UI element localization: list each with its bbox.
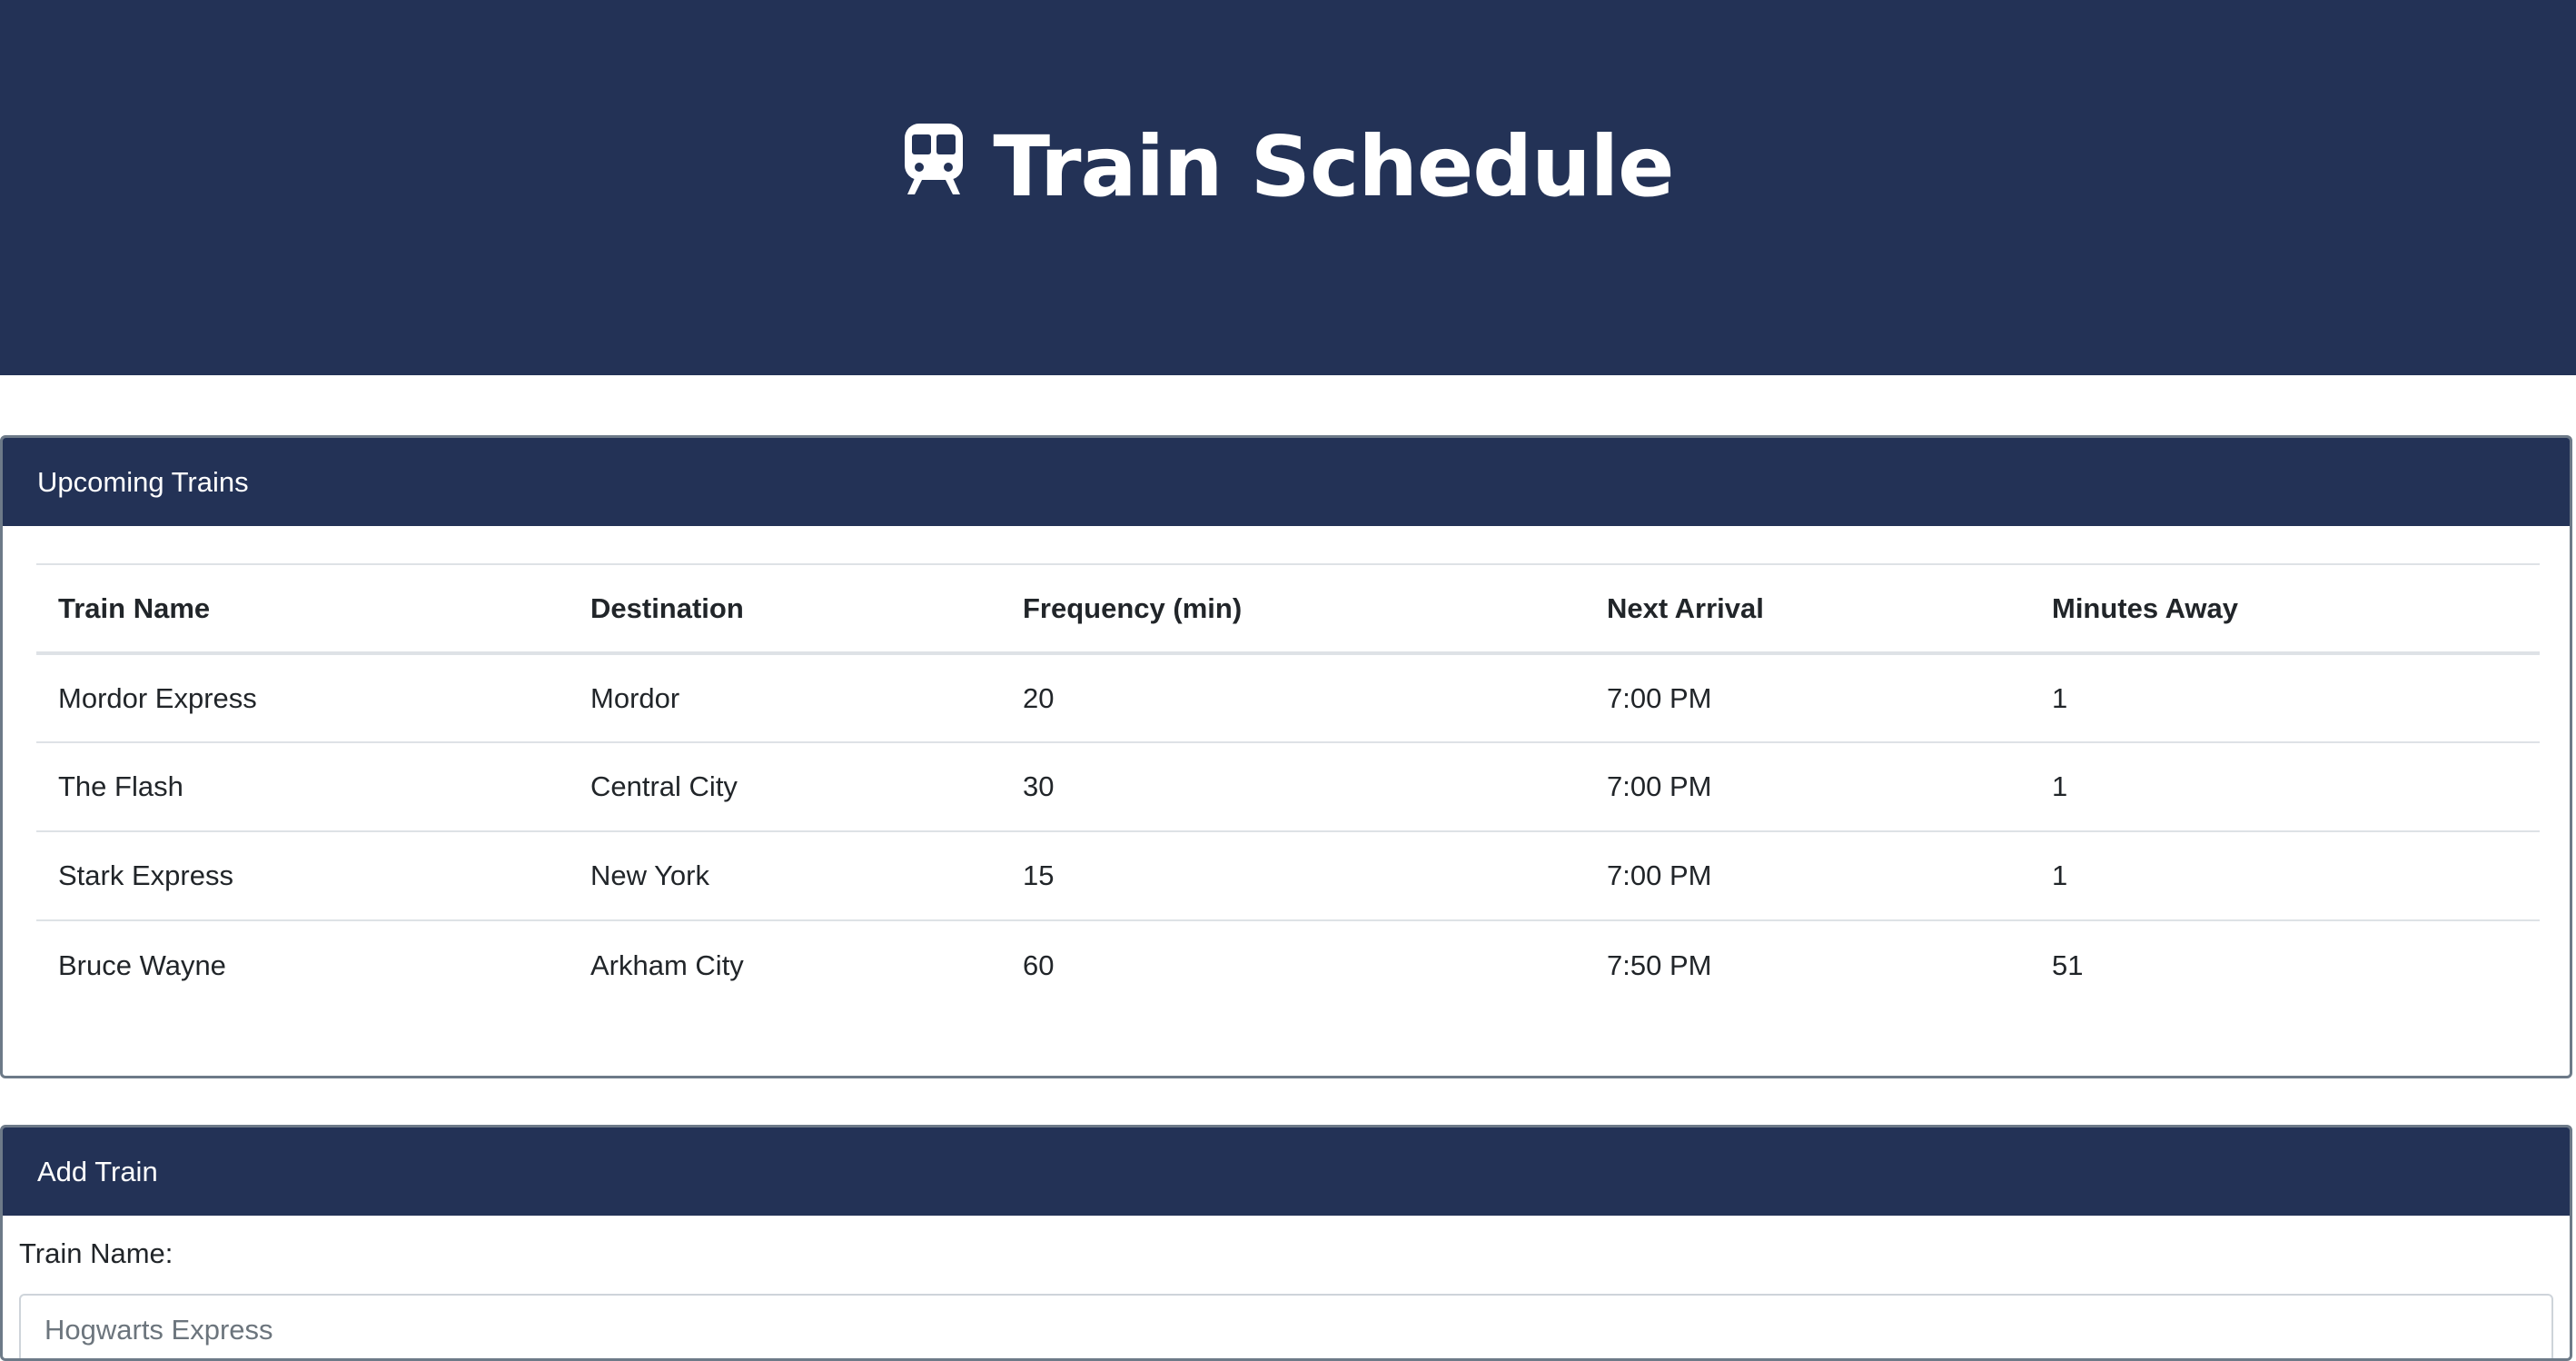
- train-schedule-table: Train Name Destination Frequency (min) N…: [36, 563, 2540, 1009]
- cell-minutes-away: 1: [2030, 830, 2540, 920]
- cell-next-arrival: 7:00 PM: [1585, 741, 2030, 831]
- header-jumbotron: Train Schedule: [0, 0, 2576, 375]
- cell-minutes-away: 1: [2030, 652, 2540, 742]
- cell-frequency: 30: [1001, 741, 1585, 831]
- cell-train-name: Stark Express: [36, 830, 569, 920]
- cell-next-arrival: 7:00 PM: [1585, 830, 2030, 920]
- train-name-input[interactable]: [19, 1294, 2553, 1358]
- page-title-text: Train Schedule: [993, 117, 1674, 215]
- upcoming-trains-header: Upcoming Trains: [3, 438, 2570, 526]
- train-icon: [905, 124, 964, 194]
- table-header-row: Train Name Destination Frequency (min) N…: [36, 563, 2540, 655]
- column-header-next-arrival: Next Arrival: [1585, 563, 2030, 655]
- cell-frequency: 60: [1001, 919, 1585, 1009]
- cell-next-arrival: 7:00 PM: [1585, 652, 2030, 742]
- train-name-label: Train Name:: [19, 1237, 173, 1269]
- column-header-frequency: Frequency (min): [1001, 563, 1585, 655]
- page-title: Train Schedule: [0, 107, 2576, 225]
- table-row: Mordor Express Mordor 20 7:00 PM 1: [36, 652, 2540, 742]
- table-row: Bruce Wayne Arkham City 60 7:50 PM 51: [36, 919, 2540, 1009]
- column-header-minutes-away: Minutes Away: [2030, 563, 2540, 655]
- cell-destination: Mordor: [569, 652, 1001, 742]
- add-train-card: Add Train Train Name:: [0, 1125, 2572, 1361]
- cell-next-arrival: 7:50 PM: [1585, 919, 2030, 1009]
- upcoming-trains-card: Upcoming Trains Train Name Destination F…: [0, 435, 2572, 1078]
- table-row: Stark Express New York 15 7:00 PM 1: [36, 830, 2540, 920]
- cell-minutes-away: 51: [2030, 919, 2540, 1009]
- cell-destination: New York: [569, 830, 1001, 920]
- cell-train-name: The Flash: [36, 741, 569, 831]
- table-row: The Flash Central City 30 7:00 PM 1: [36, 741, 2540, 831]
- cell-destination: Central City: [569, 741, 1001, 831]
- column-header-train-name: Train Name: [36, 563, 569, 655]
- cell-minutes-away: 1: [2030, 741, 2540, 831]
- cell-train-name: Mordor Express: [36, 652, 569, 742]
- column-header-destination: Destination: [569, 563, 1001, 655]
- cell-frequency: 20: [1001, 652, 1585, 742]
- cell-train-name: Bruce Wayne: [36, 919, 569, 1009]
- cell-frequency: 15: [1001, 830, 1585, 920]
- add-train-header: Add Train: [3, 1128, 2570, 1216]
- cell-destination: Arkham City: [569, 919, 1001, 1009]
